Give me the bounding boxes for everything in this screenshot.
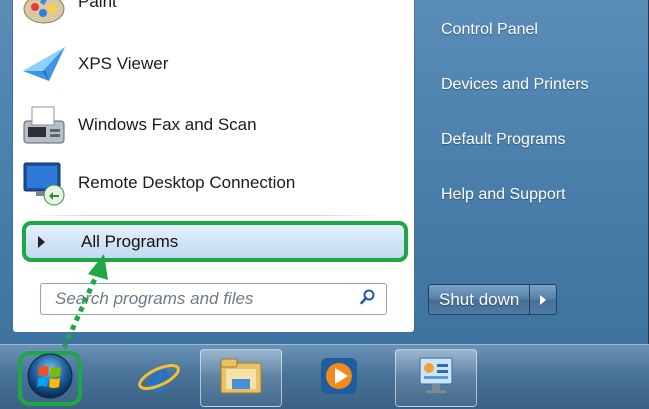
taskbar-media-player[interactable] <box>298 349 380 407</box>
shutdown-options-button[interactable] <box>530 284 558 315</box>
default-programs-link[interactable]: Default Programs <box>441 120 649 160</box>
devices-printers-link[interactable]: Devices and Printers <box>441 65 649 105</box>
search-input[interactable] <box>55 289 355 309</box>
expand-arrow-icon <box>38 235 45 248</box>
search-icon[interactable] <box>360 289 376 310</box>
shutdown-button[interactable]: Shut down <box>428 284 531 315</box>
media-player-icon <box>319 356 359 401</box>
all-programs-label: All Programs <box>81 231 179 251</box>
default-programs-label: Default Programs <box>441 131 566 148</box>
taskbar-internet-explorer[interactable]: e <box>118 349 200 407</box>
taskbar-control-panel[interactable] <box>395 349 477 407</box>
program-item-fax-scan[interactable]: Windows Fax and Scan <box>20 98 390 152</box>
taskbar: e <box>0 344 649 409</box>
shutdown-label: Shut down <box>439 289 520 309</box>
program-item-remote-desktop[interactable]: Remote Desktop Connection <box>20 156 390 210</box>
paint-icon <box>20 0 68 26</box>
remote-desktop-icon <box>20 159 68 207</box>
program-item-xps-viewer[interactable]: XPS Viewer <box>20 37 390 91</box>
svg-text:e: e <box>149 353 169 399</box>
arrow-right-icon <box>540 294 547 305</box>
taskbar-windows-explorer[interactable] <box>200 349 282 407</box>
program-label: Paint <box>78 0 117 11</box>
xps-viewer-icon <box>20 40 68 88</box>
fax-scan-icon <box>20 101 68 149</box>
all-programs-button[interactable]: All Programs <box>22 221 408 262</box>
windows-explorer-icon <box>218 355 264 402</box>
program-label: XPS Viewer <box>78 54 169 73</box>
start-button[interactable] <box>18 351 82 406</box>
internet-explorer-icon: e <box>136 352 182 404</box>
search-box[interactable] <box>40 283 387 315</box>
program-item-paint[interactable]: Paint <box>20 0 390 29</box>
control-panel-link[interactable]: Control Panel <box>441 10 649 50</box>
help-support-link[interactable]: Help and Support <box>441 175 649 215</box>
shutdown-group: Shut down <box>428 284 558 315</box>
menu-divider <box>26 215 386 216</box>
program-label: Windows Fax and Scan <box>78 115 257 134</box>
control-panel-icon <box>414 354 458 403</box>
control-panel-label: Control Panel <box>441 21 538 38</box>
help-support-label: Help and Support <box>441 186 566 203</box>
devices-printers-label: Devices and Printers <box>441 76 589 93</box>
program-label: Remote Desktop Connection <box>78 173 296 192</box>
start-orb-icon <box>26 352 74 405</box>
